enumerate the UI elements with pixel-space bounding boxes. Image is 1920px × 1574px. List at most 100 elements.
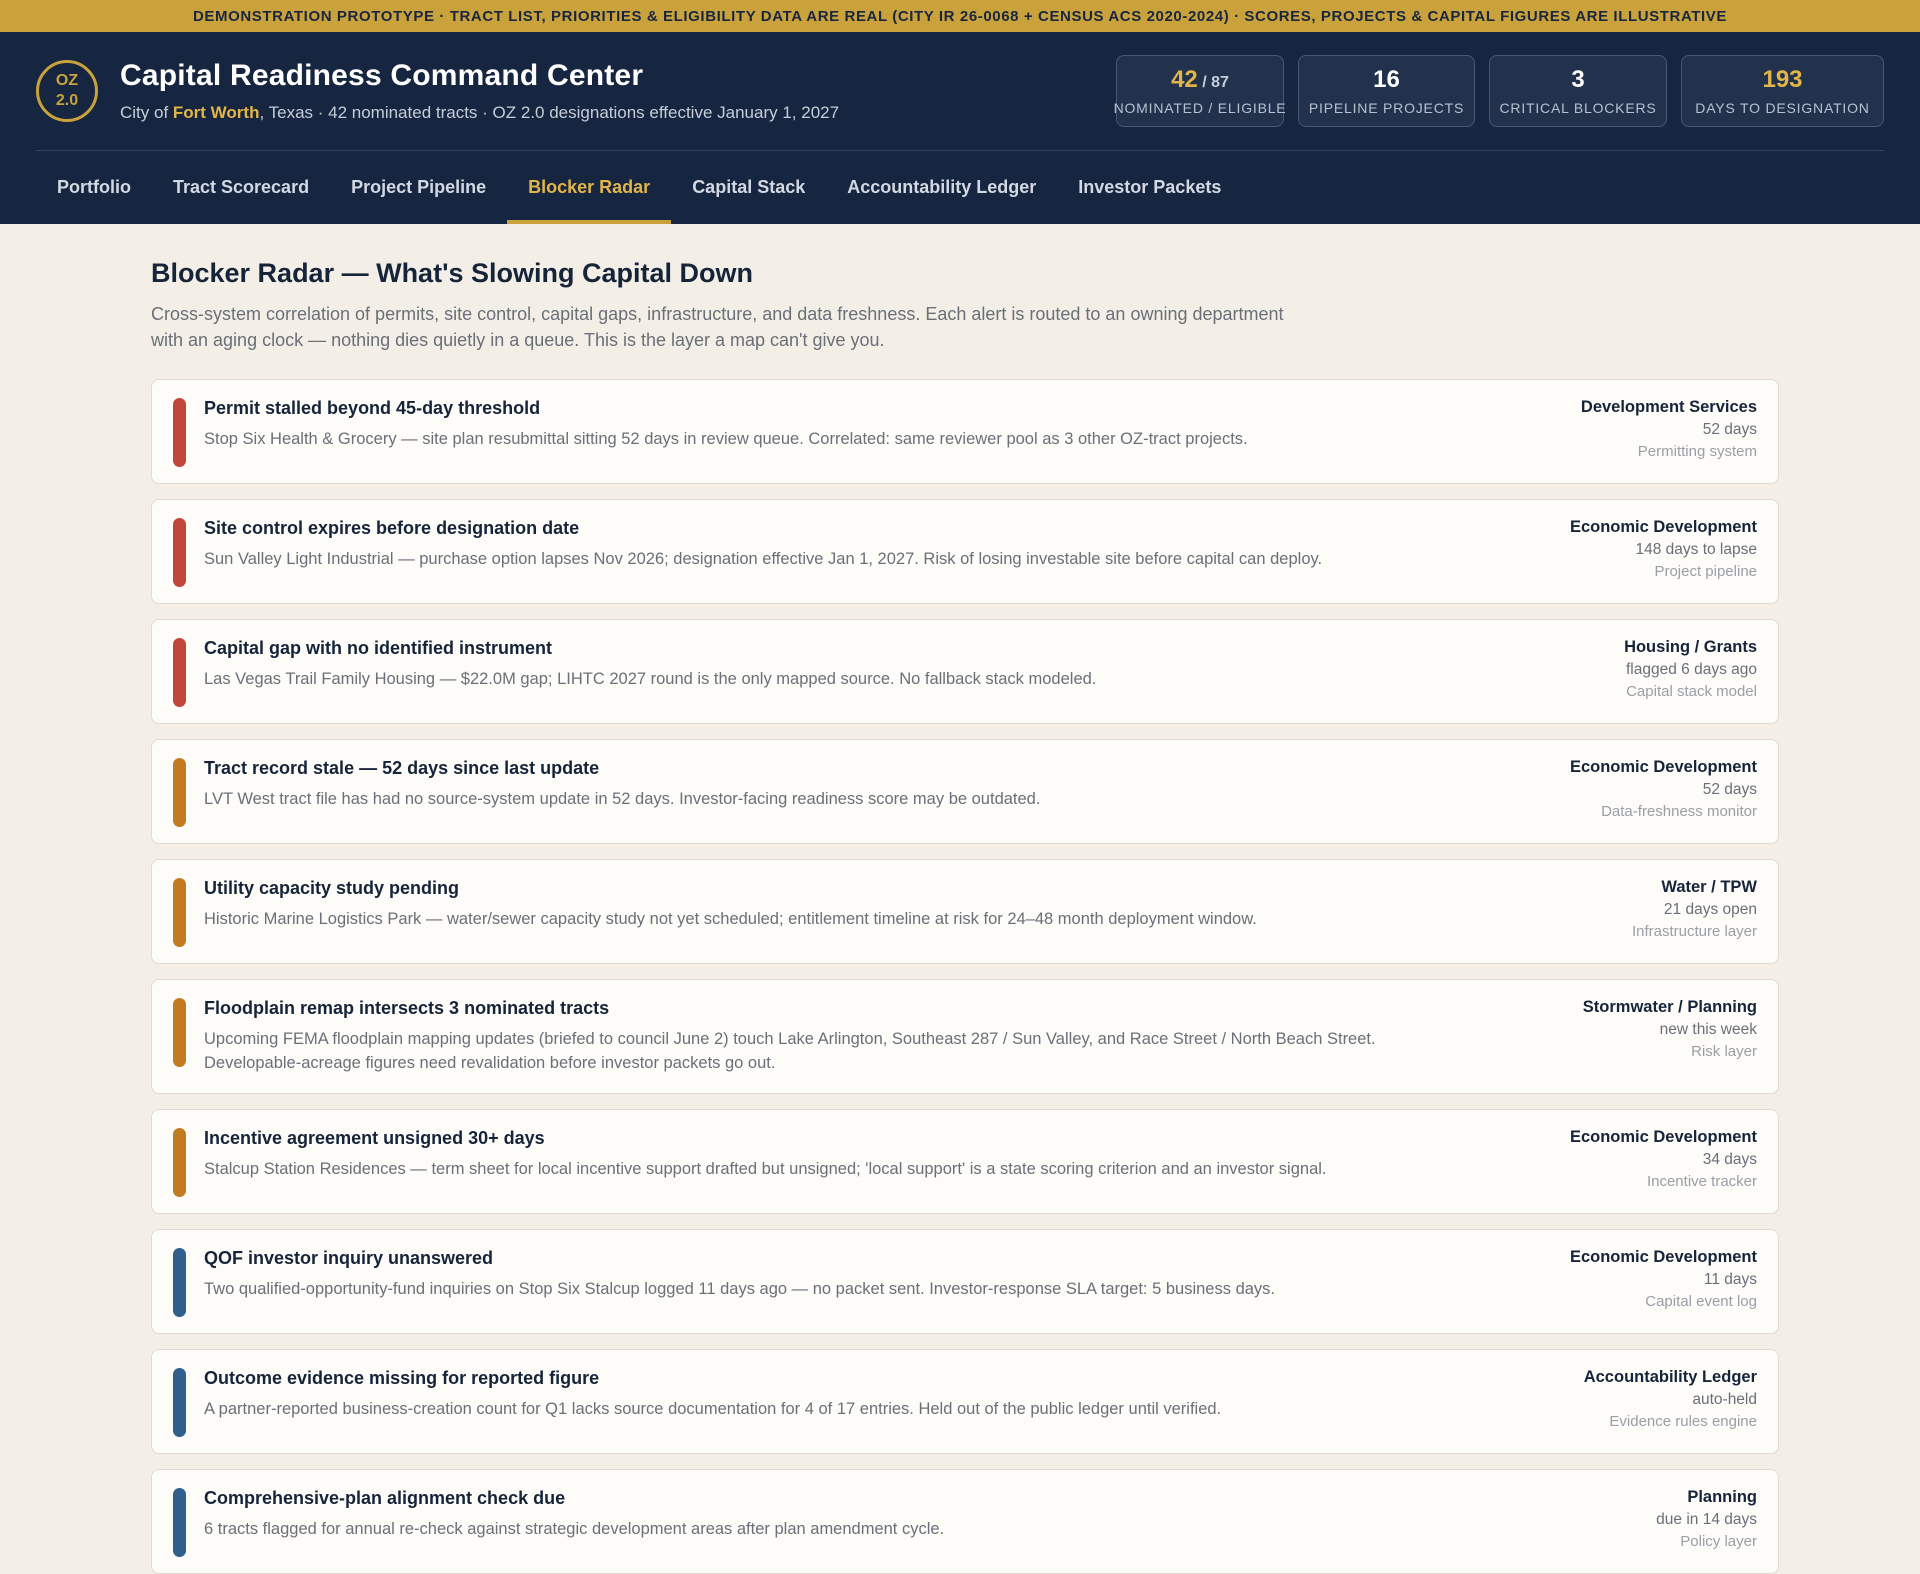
severity-info-indicator	[173, 1368, 186, 1437]
alert-meta: Planning due in 14 days Policy layer	[1497, 1488, 1757, 1573]
alert-card[interactable]: Utility capacity study pending Historic M…	[151, 859, 1779, 964]
alert-body: Floodplain remap intersects 3 nominated …	[204, 998, 1497, 1075]
alert-meta: Water / TPW 21 days open Infrastructure la…	[1497, 878, 1757, 963]
title-block: Capital Readiness Command Center City of…	[120, 59, 1116, 123]
alert-card[interactable]: Capital gap with no identified instrumen…	[151, 619, 1779, 724]
page-description: Cross-system correlation of permits, sit…	[151, 304, 1284, 350]
logo-line2: 2.0	[55, 92, 79, 109]
alert-card[interactable]: Incentive agreement unsigned 30+ days Sta…	[151, 1109, 1779, 1214]
alert-source: Project pipeline	[1654, 563, 1757, 580]
alert-meta: Economic Development 148 days to lapse Pro…	[1497, 518, 1757, 603]
subtitle-rest: , Texas · 42 nominated tracts · OZ 2.0 d…	[259, 103, 840, 122]
alert-meta: Development Services 52 days Permitting sy…	[1497, 398, 1757, 483]
alert-description: Sun Valley Light Industrial — purchase o…	[204, 550, 1323, 568]
alert-source: Policy layer	[1680, 1533, 1757, 1550]
alert-description: Las Vegas Trail Family Housing — $22.0M …	[204, 670, 1097, 688]
stat-label: PIPELINE PROJECTS	[1308, 100, 1465, 116]
stat-value: 16	[1373, 66, 1400, 94]
alert-card[interactable]: Tract record stale — 52 days since last …	[151, 739, 1779, 844]
alert-source: Capital event log	[1645, 1293, 1757, 1310]
severity-critical-indicator	[173, 518, 186, 587]
tab-accountability-ledger[interactable]: Accountability Ledger	[826, 151, 1057, 224]
stat-value: 193	[1762, 66, 1802, 94]
alert-title: Outcome evidence missing for reported fi…	[204, 1368, 600, 1388]
alert-owner: Economic Development	[1569, 1128, 1757, 1146]
tab-capital-stack[interactable]: Capital Stack	[671, 151, 826, 224]
alert-age: 148 days to lapse	[1635, 541, 1757, 558]
alert-owner: Accountability Ledger	[1583, 1368, 1757, 1386]
tab-tract-scorecard[interactable]: Tract Scorecard	[152, 151, 330, 224]
alert-description: Two qualified-opportunity-fund inquiries…	[204, 1280, 1276, 1298]
severity-warning-indicator	[173, 1128, 186, 1197]
alert-description: Stop Six Health & Grocery — site plan re…	[204, 430, 1248, 448]
severity-warning-indicator	[173, 878, 186, 947]
alert-owner: Development Services	[1580, 398, 1757, 416]
alert-age: auto-held	[1692, 1391, 1757, 1408]
alert-body: Site control expires before designation …	[204, 518, 1497, 603]
alert-meta: Housing / Grants flagged 6 days ago Capita…	[1497, 638, 1757, 723]
demo-banner: DEMONSTRATION PROTOTYPE · TRACT LIST, PR…	[0, 0, 1920, 32]
alert-card[interactable]: QOF investor inquiry unanswered Two quali…	[151, 1229, 1779, 1334]
stat-suffix: / 87	[1197, 74, 1229, 91]
alert-source: Infrastructure layer	[1631, 923, 1757, 940]
alert-age: new this week	[1659, 1021, 1757, 1038]
alert-body: Utility capacity study pending Historic M…	[204, 878, 1497, 963]
severity-info-indicator	[173, 1488, 186, 1557]
tab-portfolio[interactable]: Portfolio	[36, 151, 152, 224]
alert-source: Permitting system	[1637, 443, 1757, 460]
alert-title: Tract record stale — 52 days since last …	[204, 758, 600, 778]
alert-body: Tract record stale — 52 days since last …	[204, 758, 1497, 843]
stat-value: 42 / 87	[1171, 66, 1229, 94]
alert-body: Comprehensive-plan alignment check due 6 …	[204, 1488, 1497, 1573]
alert-owner: Economic Development	[1569, 758, 1757, 776]
stat-number: 3	[1571, 66, 1585, 93]
alert-meta: Economic Development 52 days Data-freshnes…	[1497, 758, 1757, 843]
oz-logo-icon: OZ 2.0	[36, 60, 98, 122]
alert-owner: Stormwater / Planning	[1582, 998, 1757, 1016]
app-subtitle: City of Fort Worth, Texas · 42 nominated…	[120, 103, 1116, 123]
severity-critical-indicator	[173, 638, 186, 707]
alert-body: Permit stalled beyond 45-day threshold St…	[204, 398, 1497, 483]
severity-warning-indicator	[173, 998, 186, 1067]
alert-owner: Economic Development	[1569, 1248, 1757, 1266]
page-title: Blocker Radar — What's Slowing Capital D…	[151, 258, 754, 288]
alert-card[interactable]: Floodplain remap intersects 3 nominated …	[151, 979, 1779, 1094]
alert-meta: Stormwater / Planning new this week Risk l…	[1497, 998, 1757, 1075]
alert-title: Floodplain remap intersects 3 nominated …	[204, 998, 610, 1018]
stat-number: 42	[1171, 66, 1198, 93]
stat-nominated-eligible[interactable]: 42 / 87 NOMINATED / ELIGIBLE	[1114, 55, 1286, 127]
alert-body: Outcome evidence missing for reported fi…	[204, 1368, 1497, 1453]
alert-title: Incentive agreement unsigned 30+ days	[204, 1128, 545, 1148]
stat-days-to-designation[interactable]: 193 DAYS TO DESIGNATION	[1681, 55, 1884, 127]
alert-card[interactable]: Comprehensive-plan alignment check due 6 …	[151, 1469, 1779, 1574]
alert-title: Comprehensive-plan alignment check due	[204, 1488, 566, 1508]
alert-age: 52 days	[1702, 421, 1757, 438]
alert-source: Risk layer	[1691, 1043, 1757, 1060]
alert-card[interactable]: Permit stalled beyond 45-day threshold St…	[151, 379, 1779, 484]
alert-source: Capital stack model	[1626, 683, 1757, 700]
subtitle-prefix: City of	[120, 103, 173, 122]
main-nav: Portfolio Tract Scorecard Project Pipeli…	[36, 151, 1884, 224]
alert-description: Upcoming FEMA floodplain mapping updates…	[204, 1030, 1376, 1072]
subtitle-city: Fort Worth	[172, 103, 260, 122]
alert-title: Site control expires before designation …	[204, 518, 580, 538]
tab-investor-packets[interactable]: Investor Packets	[1057, 151, 1242, 224]
stat-critical-blockers[interactable]: 3 CRITICAL BLOCKERS	[1489, 55, 1667, 127]
alert-title: Permit stalled beyond 45-day threshold	[204, 398, 541, 418]
alert-source: Incentive tracker	[1646, 1173, 1757, 1190]
tab-project-pipeline[interactable]: Project Pipeline	[330, 151, 507, 224]
tab-blocker-radar[interactable]: Blocker Radar	[507, 151, 672, 224]
alert-card[interactable]: Site control expires before designation …	[151, 499, 1779, 604]
alert-body: Incentive agreement unsigned 30+ days Sta…	[204, 1128, 1497, 1213]
logo-line1: OZ	[55, 72, 79, 89]
app-header: OZ 2.0 Capital Readiness Command Center …	[0, 32, 1920, 224]
header-stats: 42 / 87 NOMINATED / ELIGIBLE 16 PIPELINE…	[1114, 55, 1884, 127]
stat-pipeline-projects[interactable]: 16 PIPELINE PROJECTS	[1298, 55, 1475, 127]
alert-age: due in 14 days	[1656, 1511, 1757, 1528]
alert-card[interactable]: Outcome evidence missing for reported fi…	[151, 1349, 1779, 1454]
alert-source: Data-freshness monitor	[1601, 803, 1757, 820]
alert-list: Permit stalled beyond 45-day threshold St…	[151, 379, 1779, 1574]
alert-owner: Planning	[1687, 1488, 1757, 1506]
alert-age: 11 days	[1703, 1271, 1757, 1288]
severity-critical-indicator	[173, 398, 186, 467]
